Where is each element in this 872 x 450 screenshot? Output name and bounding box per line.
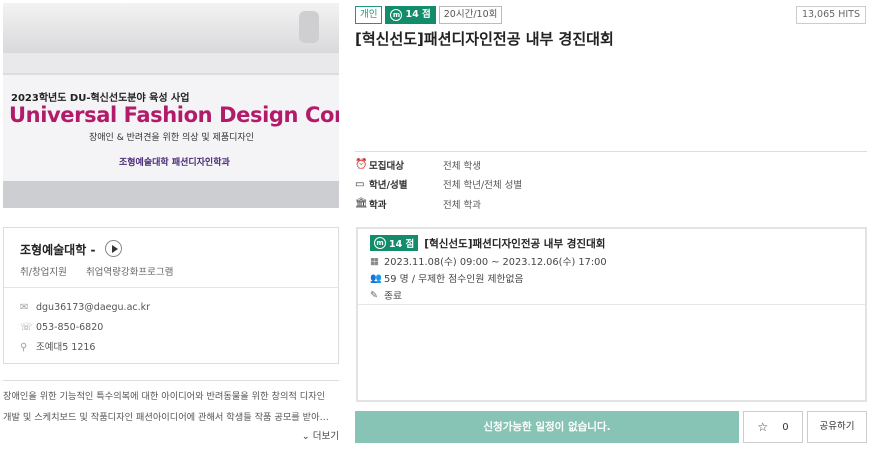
description-divider [3, 380, 339, 381]
schedule-status-row: ✎ 종료 [370, 288, 865, 303]
contact-email[interactable]: dgu36173@daegu.ac.kr [36, 300, 150, 316]
banner-lamp [299, 11, 319, 43]
schedule-capacity: 59 명 / 무제한 점수인원 제한없음 [384, 274, 524, 285]
schedule-status: 종료 [384, 291, 403, 302]
pencil-icon: ✎ [370, 289, 378, 301]
category-2: 취업역량강화프로그램 [85, 267, 174, 278]
banner-text-department: 조형예술대학 패션디자인학과 [119, 158, 230, 168]
more-button[interactable]: ⌄ 더보기 [302, 428, 339, 442]
people-icon: 👥 [370, 272, 382, 284]
schedule-card[interactable]: m 14 점 [혁신선도]패션디자인전공 내부 경진대회 ▦ 2023.11.0… [356, 227, 867, 402]
calendar-icon: ▦ [370, 255, 379, 267]
info-label: 모집대상 [369, 160, 404, 172]
alarm-icon: ⏰ [355, 159, 368, 171]
tag-type: 개인 [355, 6, 383, 24]
contact-phone[interactable]: 053-850-6820 [36, 320, 103, 336]
phone-icon: ☏ [20, 322, 33, 333]
contact-email-row: ✉ dgu36173@daegu.ac.kr [20, 298, 338, 318]
mileage-coin-icon: m [390, 9, 403, 21]
building-icon: 🏛 [355, 198, 368, 210]
organizer-categories: 취/창업지원 취업역량강화프로그램 [20, 264, 338, 278]
organizer-card: 조형예술대학 - 취/창업지원 취업역량강화프로그램 ✉ dgu36173@da… [3, 227, 339, 364]
location-pin-icon: ⚲ [20, 342, 28, 353]
banner-text-program: 2023학년도 DU-혁신선도분야 육성 사업 [11, 93, 190, 104]
schedule-period: 2023.11.08(수) 09:00 ~ 2023.12.06(수) 17:0… [384, 257, 607, 268]
info-label: 학년/성별 [369, 180, 408, 192]
mail-icon: ✉ [20, 302, 29, 313]
share-button[interactable]: 공유하기 [807, 411, 867, 443]
info-divider [355, 151, 867, 152]
contact-phone-row: ☏ 053-850-6820 [20, 318, 338, 338]
event-info: ⏰ 모집대상 전체 학생 ▭ 학년/성별 전체 학년/전체 성별 🏛 학과 전체… [355, 155, 522, 214]
star-icon: ☆ [757, 420, 769, 434]
schedule-points: 14 점 [389, 239, 415, 250]
banner-text-subtitle: 장애인 & 반려견을 위한 의상 및 제품디자인 [89, 133, 254, 143]
favorite-button[interactable]: ☆ 0 [743, 411, 803, 443]
contact-location: 조예대5 1216 [36, 342, 96, 353]
event-banner-image: 2023학년도 DU-혁신선도분야 육성 사업 Universal Fashio… [3, 3, 339, 208]
event-tags: 개인 m 14 점 20시간/10회 [355, 6, 503, 24]
contact-location-row: ⚲ 조예대5 1216 [20, 338, 338, 358]
info-label: 학과 [369, 199, 387, 211]
category-1: 취/창업지원 [20, 267, 67, 278]
schedule-capacity-row: 👥 59 명 / 무제한 점수인원 제한없음 [370, 271, 865, 286]
organizer-contact: ✉ dgu36173@daegu.ac.kr ☏ 053-850-6820 ⚲ … [4, 288, 338, 358]
apply-button[interactable]: 신청가능한 일정이 없습니다. [355, 411, 739, 443]
hits-badge: 13,065 HITS [795, 6, 866, 24]
description-line-1: 장애인을 위한 기능적인 특수의복에 대한 아이디어와 반려동물을 위한 창의적… [3, 391, 326, 402]
schedule-points-badge: m 14 점 [370, 235, 419, 251]
schedule-title: [혁신선도]패션디자인전공 내부 경진대회 [424, 237, 606, 250]
schedule-period-row: ▦ 2023.11.08(수) 09:00 ~ 2023.12.06(수) 17… [370, 254, 865, 269]
info-value: 전체 학과 [443, 199, 481, 211]
info-value: 전체 학년/전체 성별 [443, 180, 523, 192]
event-description: 장애인을 위한 기능적인 특수의복에 대한 아이디어와 반려동물을 위한 창의적… [3, 386, 339, 428]
calendar-icon: ▭ [355, 178, 365, 190]
info-row-grade: ▭ 학년/성별 전체 학년/전체 성별 [355, 175, 522, 195]
info-row-department: 🏛 학과 전체 학과 [355, 194, 522, 214]
banner-ceiling [3, 3, 339, 53]
schedule-divider [358, 304, 865, 305]
tag-duration: 20시간/10회 [438, 6, 503, 24]
description-line-2: 개발 및 스케치보드 및 작품디자인 패션아이디어에 관해서 학생들 작품 공모… [3, 412, 329, 423]
info-row-target: ⏰ 모집대상 전체 학생 [355, 155, 522, 175]
tag-points-value: 14 점 [405, 9, 431, 20]
banner-text-title: Universal Fashion Design Contest [9, 103, 339, 127]
schedule-header: m 14 점 [혁신선도]패션디자인전공 내부 경진대회 [370, 235, 865, 251]
info-value: 전체 학생 [443, 160, 481, 172]
favorite-count: 0 [782, 421, 789, 433]
chevron-down-icon: ⌄ [301, 431, 310, 442]
mileage-coin-icon: m [374, 237, 386, 249]
organizer-header: 조형예술대학 - 취/창업지원 취업역량강화프로그램 [4, 228, 338, 288]
organizer-play-icon[interactable] [104, 240, 122, 257]
organizer-name[interactable]: 조형예술대학 - [20, 241, 95, 258]
banner-lower [3, 181, 339, 208]
page-title: [혁신선도]패션디자인전공 내부 경진대회 [355, 30, 614, 48]
tag-points: m 14 점 [385, 6, 436, 24]
